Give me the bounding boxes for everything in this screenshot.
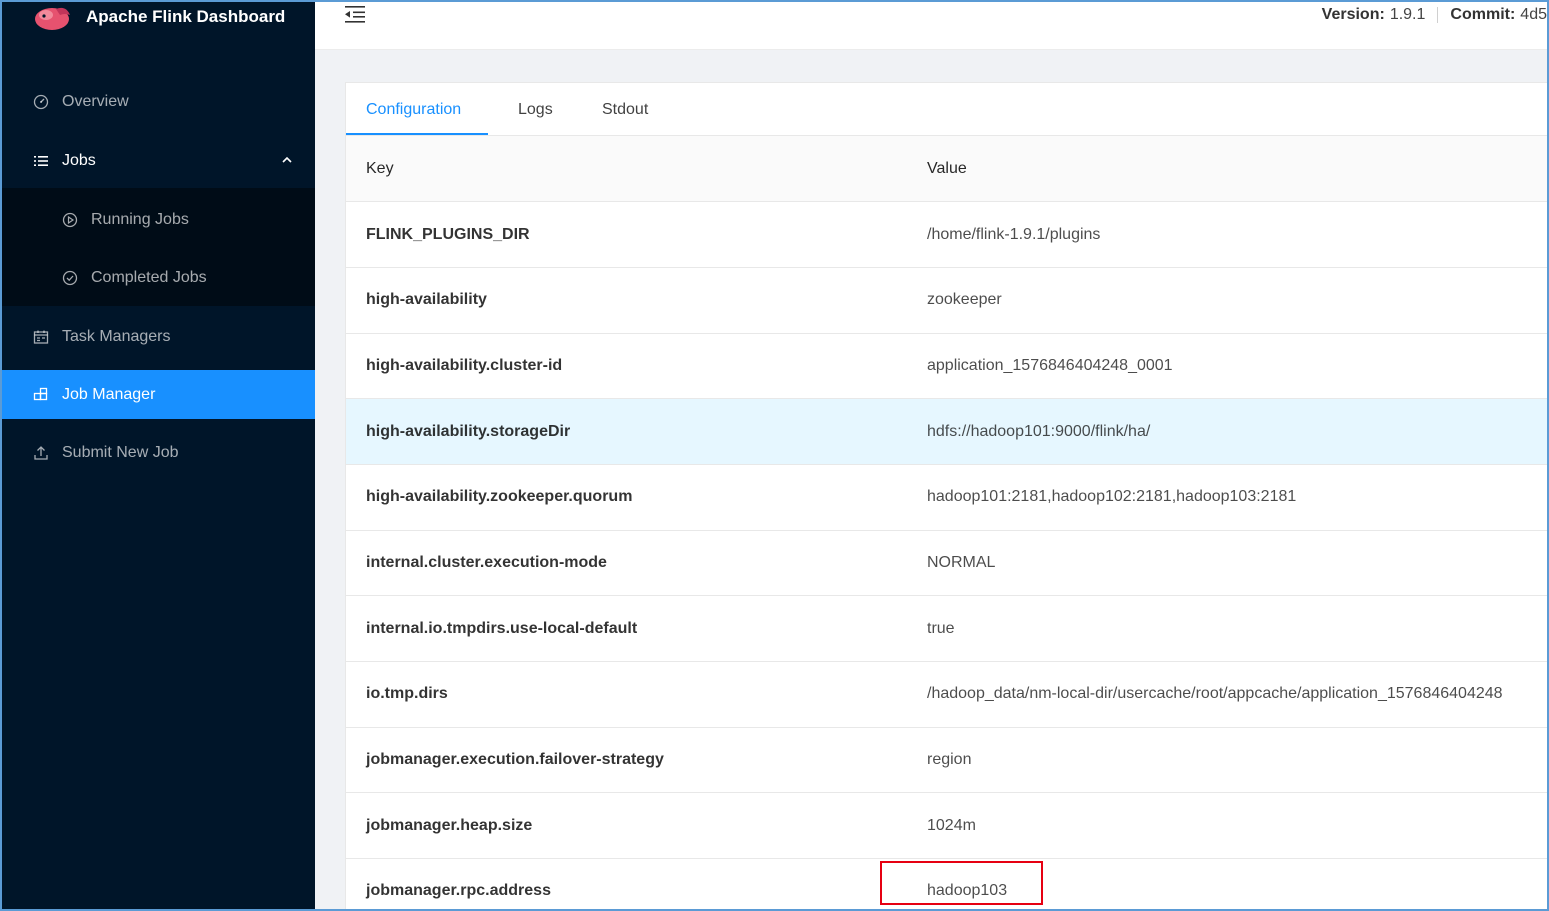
chevron-up-icon [282,156,292,163]
config-key: high-availability [346,267,907,334]
sidebar: Apache Flink Dashboard Overview Jobs Run… [2,2,315,909]
configuration-table: Key Value FLINK_PLUGINS_DIR /home/flink-… [346,136,1547,909]
config-key: internal.cluster.execution-mode [346,530,907,597]
table-row[interactable]: io.tmp.dirs /hadoop_data/nm-local-dir/us… [346,661,1547,728]
top-header: Version: 1.9.1 Commit: 4d5 [315,2,1547,50]
build-icon [32,386,50,404]
sidebar-item-running-jobs[interactable]: Running Jobs [2,195,315,244]
annotation-highlight-box [880,861,1043,905]
table-row[interactable]: FLINK_PLUGINS_DIR /home/flink-1.9.1/plug… [346,201,1547,268]
config-value: 1024m [907,792,1547,860]
sidebar-item-task-managers[interactable]: Task Managers [2,312,315,361]
config-key: jobmanager.execution.failover-strategy [346,727,907,794]
config-value: region [907,727,1547,794]
tab-configuration[interactable]: Configuration [366,101,461,119]
menu-fold-icon[interactable] [345,4,365,24]
sidebar-item-jobs[interactable]: Jobs [2,136,315,185]
column-header-value[interactable]: Value [907,136,1547,203]
config-key: jobmanager.rpc.address [346,858,907,909]
sidebar-item-label: Running Jobs [91,210,189,228]
version-value: 1.9.1 [1389,6,1426,23]
table-row[interactable]: jobmanager.heap.size 1024m [346,792,1547,860]
config-value: /hadoop_data/nm-local-dir/usercache/root… [907,661,1547,728]
table-row[interactable]: high-availability zookeeper [346,267,1547,334]
config-key: high-availability.zookeeper.quorum [346,464,907,531]
config-value: NORMAL [907,530,1547,597]
config-value: hdfs://hadoop101:9000/flink/ha/ [907,398,1547,465]
sidebar-item-label: Overview [62,92,129,110]
sidebar-item-label: Jobs [62,151,96,169]
sidebar-item-label: Task Managers [62,327,171,345]
config-key: FLINK_PLUGINS_DIR [346,201,907,268]
active-tab-indicator [346,133,488,135]
tab-bar: Configuration Logs Stdout [346,83,1547,136]
config-key: high-availability.storageDir [346,398,907,465]
tab-stdout[interactable]: Stdout [602,101,648,119]
table-header-row: Key Value [346,136,1547,203]
table-row[interactable]: internal.cluster.execution-mode NORMAL [346,530,1547,597]
upload-icon [32,444,50,462]
sidebar-item-label: Job Manager [62,385,156,403]
config-key: high-availability.cluster-id [346,333,907,400]
table-row[interactable]: high-availability.cluster-id application… [346,333,1547,400]
table-row-hovered[interactable]: high-availability.storageDir hdfs://hado… [346,398,1547,465]
config-value: application_1576846404248_0001 [907,333,1547,400]
config-key: internal.io.tmpdirs.use-local-default [346,595,907,662]
sidebar-item-job-manager[interactable]: Job Manager [2,370,315,419]
sidebar-item-label: Completed Jobs [91,268,207,286]
schedule-icon [32,328,50,346]
config-value: hadoop101:2181,hadoop102:2181,hadoop103:… [907,464,1547,531]
play-circle-icon [61,211,79,229]
tab-logs[interactable]: Logs [518,101,553,119]
list-icon [32,152,50,170]
app-title: Apache Flink Dashboard [86,7,286,26]
version-label: Version: [1321,6,1385,23]
version-info: Version: 1.9.1 Commit: 4d5 [1322,6,1547,24]
sidebar-item-label: Submit New Job [62,443,179,461]
dashboard-icon [32,93,50,111]
config-key: io.tmp.dirs [346,661,907,728]
header-divider [1437,7,1439,23]
commit-value: 4d5 [1520,6,1547,23]
config-value: true [907,595,1547,662]
check-circle-icon [61,269,79,287]
config-value: /home/flink-1.9.1/plugins [907,201,1547,268]
sidebar-item-overview[interactable]: Overview [2,77,315,126]
sidebar-item-completed-jobs[interactable]: Completed Jobs [2,253,315,302]
job-manager-card: Configuration Logs Stdout Key Value FLIN… [345,82,1547,909]
table-row[interactable]: internal.io.tmpdirs.use-local-default tr… [346,595,1547,662]
column-header-key[interactable]: Key [346,136,907,203]
table-row[interactable]: jobmanager.execution.failover-strategy r… [346,727,1547,794]
table-row[interactable]: high-availability.zookeeper.quorum hadoo… [346,464,1547,531]
config-key: jobmanager.heap.size [346,792,907,860]
flink-logo-icon [35,7,70,30]
logo[interactable]: Apache Flink Dashboard [32,2,285,32]
commit-label: Commit: [1450,6,1516,23]
sidebar-item-submit-new-job[interactable]: Submit New Job [2,428,315,477]
config-value: zookeeper [907,267,1547,334]
